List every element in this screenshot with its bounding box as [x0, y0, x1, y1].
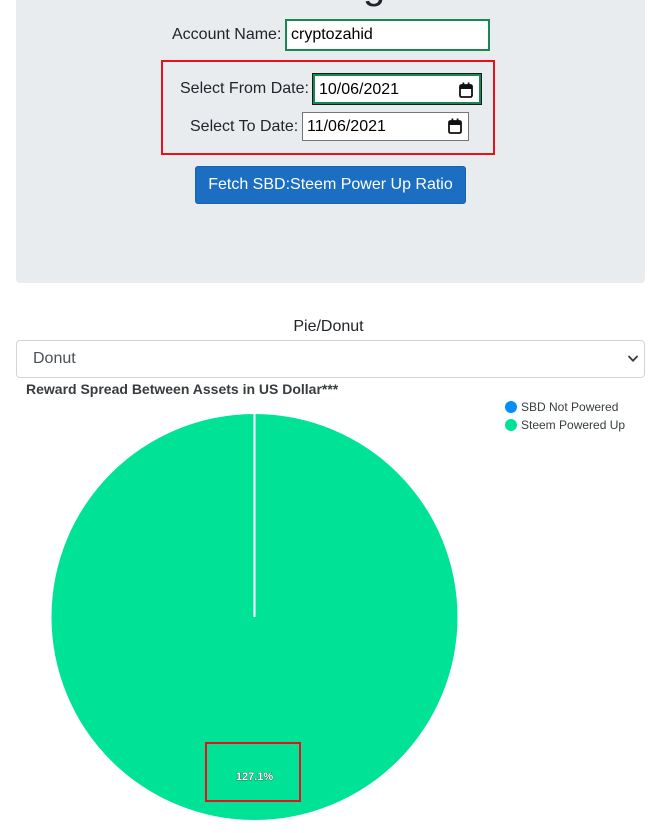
data-label-highlight	[205, 742, 301, 802]
page: earnings Account Name: cryptozahid Selec…	[0, 0, 657, 833]
pie-chart: 127.1%	[51, 414, 458, 820]
